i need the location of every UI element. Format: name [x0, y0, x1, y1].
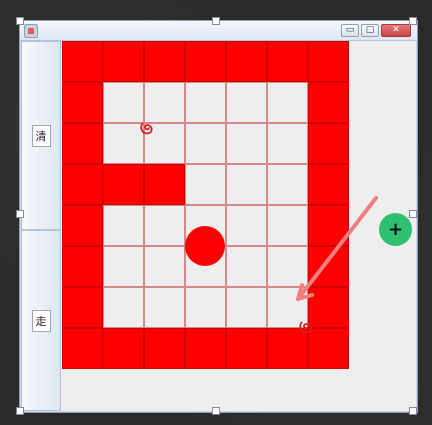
board-cell-3-0[interactable]: [62, 164, 103, 205]
board-cell-2-3[interactable]: [185, 123, 226, 164]
maximize-button[interactable]: ▢: [361, 24, 379, 37]
board-cell-7-3[interactable]: [185, 328, 226, 369]
board-cell-4-2[interactable]: [144, 205, 185, 246]
board-cell-0-5[interactable]: [267, 41, 308, 82]
sidebar: 清 走: [21, 41, 61, 411]
sidebar-label-top: 清: [31, 124, 51, 147]
board-cell-1-0[interactable]: [62, 82, 103, 123]
board-cell-3-1[interactable]: [103, 164, 144, 205]
resize-handle-top-right[interactable]: [409, 17, 417, 25]
board-cell-7-1[interactable]: [103, 328, 144, 369]
board-cell-1-3[interactable]: [185, 82, 226, 123]
board-cell-5-1[interactable]: [103, 246, 144, 287]
resize-handle-top[interactable]: [212, 17, 220, 25]
board-cell-2-6[interactable]: [308, 123, 349, 164]
board-cell-3-5[interactable]: [267, 164, 308, 205]
board-cell-2-5[interactable]: [267, 123, 308, 164]
close-button[interactable]: ✕: [381, 24, 411, 37]
board-cell-7-0[interactable]: [62, 328, 103, 369]
sidebar-button-top[interactable]: 清: [21, 41, 61, 230]
board-cell-3-6[interactable]: [308, 164, 349, 205]
board-cell-0-3[interactable]: [185, 41, 226, 82]
board-cell-6-4[interactable]: [226, 287, 267, 328]
board-cell-0-4[interactable]: [226, 41, 267, 82]
board-cell-6-2[interactable]: [144, 287, 185, 328]
board-cell-4-5[interactable]: [267, 205, 308, 246]
app-icon: [24, 24, 38, 38]
end-mark-icon: [299, 321, 312, 334]
resize-handle-right[interactable]: [409, 210, 417, 218]
resize-handle-top-left[interactable]: [16, 17, 24, 25]
board-cell-5-6[interactable]: [308, 246, 349, 287]
board-cell-3-2[interactable]: [144, 164, 185, 205]
board-cell-4-6[interactable]: [308, 205, 349, 246]
resize-handle-bottom[interactable]: [212, 407, 220, 415]
resize-handle-bottom-right[interactable]: [409, 407, 417, 415]
board-cell-4-1[interactable]: [103, 205, 144, 246]
board-cell-6-0[interactable]: [62, 287, 103, 328]
board-cell-7-4[interactable]: [226, 328, 267, 369]
board-cell-1-5[interactable]: [267, 82, 308, 123]
app-window: ▭ ▢ ✕ 清 走: [19, 20, 418, 413]
ball: [185, 226, 225, 266]
board-cell-0-1[interactable]: [103, 41, 144, 82]
board-cell-6-3[interactable]: [185, 287, 226, 328]
board-cell-4-0[interactable]: [62, 205, 103, 246]
board-cell-2-0[interactable]: [62, 123, 103, 164]
board-cell-0-2[interactable]: [144, 41, 185, 82]
board-cell-5-2[interactable]: [144, 246, 185, 287]
minimize-button[interactable]: ▭: [341, 24, 359, 37]
board-cell-0-6[interactable]: [308, 41, 349, 82]
resize-handle-left[interactable]: [16, 210, 24, 218]
board-cell-0-0[interactable]: [62, 41, 103, 82]
board-cell-5-4[interactable]: [226, 246, 267, 287]
start-mark-icon: [140, 122, 153, 135]
board-cell-7-2[interactable]: [144, 328, 185, 369]
board-cell-3-4[interactable]: [226, 164, 267, 205]
sidebar-button-bottom[interactable]: 走: [21, 230, 61, 411]
board-cell-2-4[interactable]: [226, 123, 267, 164]
sidebar-label-bottom: 走: [31, 309, 51, 332]
board-cell-4-4[interactable]: [226, 205, 267, 246]
resize-handle-bottom-left[interactable]: [16, 407, 24, 415]
board-cell-1-1[interactable]: [103, 82, 144, 123]
board-cell-3-3[interactable]: [185, 164, 226, 205]
board-cell-1-4[interactable]: [226, 82, 267, 123]
board-cell-5-5[interactable]: [267, 246, 308, 287]
board-cell-1-6[interactable]: [308, 82, 349, 123]
board-cell-5-0[interactable]: [62, 246, 103, 287]
cursor-plus-icon[interactable]: +: [379, 213, 412, 246]
board-cell-1-2[interactable]: [144, 82, 185, 123]
board-cell-6-1[interactable]: [103, 287, 144, 328]
